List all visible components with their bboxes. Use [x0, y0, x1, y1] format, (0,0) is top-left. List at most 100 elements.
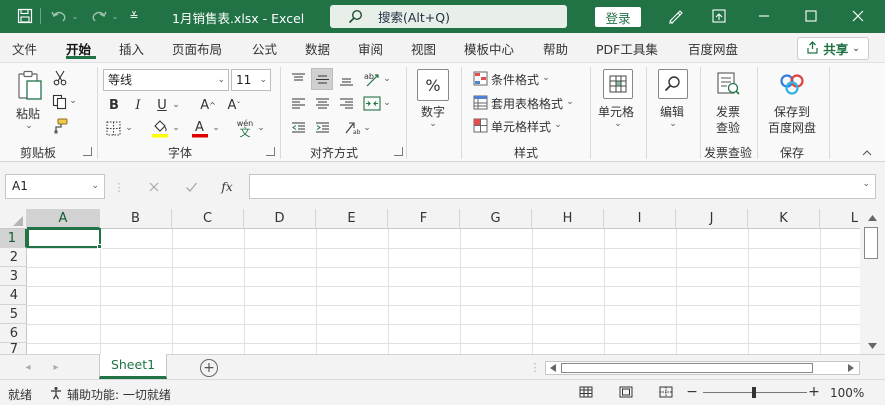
bold-button[interactable]: B	[106, 96, 122, 114]
customize-qat-icon[interactable]: ≚	[127, 6, 141, 26]
redo-icon[interactable]	[88, 6, 110, 26]
row-header-4[interactable]: 4	[0, 286, 27, 305]
font-color-dropdown-icon[interactable]: ⌄	[211, 122, 221, 134]
fill-color-dropdown-icon[interactable]: ⌄	[171, 122, 181, 134]
expand-formula-bar-icon[interactable]: ⌄	[862, 179, 870, 189]
column-header-i[interactable]: I	[604, 209, 676, 229]
formula-bar-options-icon[interactable]: ⋮	[114, 180, 125, 194]
paste-icon[interactable]	[14, 69, 46, 103]
borders-dropdown-icon[interactable]: ⌄	[124, 122, 134, 134]
redo-dropdown-icon[interactable]: ⌄	[110, 6, 120, 26]
scroll-up-icon[interactable]	[865, 212, 879, 224]
cell-styles-dropdown-icon[interactable]: ⌄	[553, 120, 563, 130]
select-all-button[interactable]	[0, 209, 27, 229]
column-header-d[interactable]: D	[244, 209, 316, 229]
column-header-c[interactable]: C	[172, 209, 244, 229]
column-header-e[interactable]: E	[316, 209, 388, 229]
minimize-icon[interactable]	[753, 6, 775, 26]
cells-label[interactable]: 单元格	[598, 103, 634, 120]
format-painter-icon[interactable]	[51, 117, 69, 135]
paste-dropdown-icon[interactable]: ⌄	[24, 121, 34, 131]
underline-dropdown-icon[interactable]: ⌄	[171, 99, 181, 111]
confirm-entry-icon[interactable]	[182, 179, 200, 195]
zoom-level[interactable]: 100%	[830, 386, 864, 400]
cell-styles-icon[interactable]	[472, 117, 488, 133]
invoice-check-icon[interactable]	[713, 69, 743, 99]
cancel-entry-icon[interactable]	[145, 179, 163, 195]
cut-icon[interactable]	[52, 69, 68, 87]
tab-review[interactable]: 审阅	[358, 39, 383, 58]
ribbon-display-icon[interactable]	[708, 6, 730, 26]
name-box-dropdown-icon[interactable]: ⌄	[91, 175, 99, 198]
format-as-table-icon[interactable]	[472, 94, 488, 110]
merge-dropdown-icon[interactable]: ⌄	[382, 97, 392, 109]
tab-help[interactable]: 帮助	[543, 39, 568, 58]
zoom-in-button[interactable]: +	[808, 384, 820, 400]
share-button[interactable]: 共享 ⌄	[797, 37, 869, 60]
scroll-down-icon[interactable]	[865, 340, 879, 352]
save-icon[interactable]	[14, 6, 36, 26]
align-center-icon[interactable]	[312, 93, 332, 113]
alignment-launcher-icon[interactable]	[394, 147, 403, 156]
login-button[interactable]: 登录	[595, 7, 641, 27]
clipboard-launcher-icon[interactable]	[83, 147, 92, 156]
merge-center-icon[interactable]	[361, 92, 383, 114]
column-header-g[interactable]: G	[460, 209, 532, 229]
cell-styles-label[interactable]: 单元格样式	[491, 118, 551, 135]
vertical-scrollbar[interactable]	[860, 209, 885, 354]
name-box[interactable]: A1 ⌄	[5, 174, 105, 199]
horizontal-scroll-thumb[interactable]	[561, 363, 813, 373]
row-header-2[interactable]: 2	[0, 248, 27, 267]
orientation-dropdown-icon[interactable]: ⌄	[382, 73, 392, 85]
align-left-icon[interactable]	[288, 93, 308, 113]
tab-page-layout[interactable]: 页面布局	[172, 39, 222, 58]
format-as-table-label[interactable]: 套用表格格式	[491, 95, 563, 112]
column-header-a[interactable]: A	[27, 209, 100, 229]
wrap-text-dropdown-icon[interactable]: ⌄	[362, 122, 372, 134]
tab-formulas[interactable]: 公式	[252, 39, 277, 58]
baidu-netdisk-icon[interactable]	[777, 69, 807, 99]
invoice-label-2[interactable]: 查验	[716, 119, 740, 136]
column-header-k[interactable]: K	[748, 209, 820, 229]
tab-pdf-tools[interactable]: PDF工具集	[596, 39, 658, 58]
number-label[interactable]: 数字	[421, 103, 445, 120]
coauthor-pen-icon[interactable]	[664, 6, 686, 26]
save-netdisk-label-1[interactable]: 保存到	[774, 103, 810, 120]
vertical-scroll-thumb[interactable]	[864, 227, 878, 259]
align-right-icon[interactable]	[336, 93, 356, 113]
align-top-icon[interactable]	[288, 69, 308, 89]
decrease-font-button[interactable]: Aˇ	[224, 96, 244, 114]
column-header-f[interactable]: F	[388, 209, 460, 229]
save-netdisk-label-2[interactable]: 百度网盘	[768, 119, 816, 136]
fill-color-icon[interactable]	[150, 117, 170, 139]
increase-font-button[interactable]: A ^	[198, 96, 218, 114]
zoom-slider-thumb[interactable]	[752, 387, 756, 398]
page-break-view-icon[interactable]	[658, 385, 674, 399]
tab-insert[interactable]: 插入	[119, 39, 144, 58]
zoom-out-button[interactable]: −	[686, 384, 698, 400]
align-middle-icon[interactable]	[311, 68, 333, 90]
accessibility-icon[interactable]	[48, 385, 64, 401]
tab-file[interactable]: 文件	[12, 39, 37, 58]
new-sheet-button[interactable]: +	[200, 359, 218, 377]
editing-label[interactable]: 编辑	[660, 103, 684, 120]
align-bottom-icon[interactable]	[336, 69, 356, 89]
decrease-indent-icon[interactable]	[288, 117, 308, 137]
row-header-7[interactable]: 7	[0, 343, 27, 354]
borders-icon[interactable]	[103, 118, 123, 138]
phonetic-guide-icon[interactable]: wén 文	[234, 116, 256, 140]
accessibility-status[interactable]: 辅助功能: 一切就绪	[67, 386, 171, 403]
copy-dropdown-icon[interactable]: ⌄	[68, 96, 78, 106]
worksheet-grid[interactable]: A B C D E F G H I J K L 1 2 3 4 5 6 7	[0, 209, 885, 354]
tab-template-center[interactable]: 模板中心	[464, 39, 514, 58]
cells-dropdown-icon[interactable]: ⌄	[613, 119, 623, 129]
sheet-tab-sheet1[interactable]: Sheet1	[99, 354, 167, 379]
italic-button[interactable]: I	[130, 96, 146, 114]
row-header-1[interactable]: 1	[0, 229, 27, 248]
maximize-icon[interactable]	[800, 6, 822, 26]
row-header-6[interactable]: 6	[0, 324, 27, 343]
row-header-5[interactable]: 5	[0, 305, 27, 324]
active-cell-a1[interactable]	[27, 228, 101, 248]
font-size-select[interactable]: 11 ⌄	[231, 69, 271, 91]
prev-sheet-icon[interactable]: ◂	[22, 361, 34, 373]
